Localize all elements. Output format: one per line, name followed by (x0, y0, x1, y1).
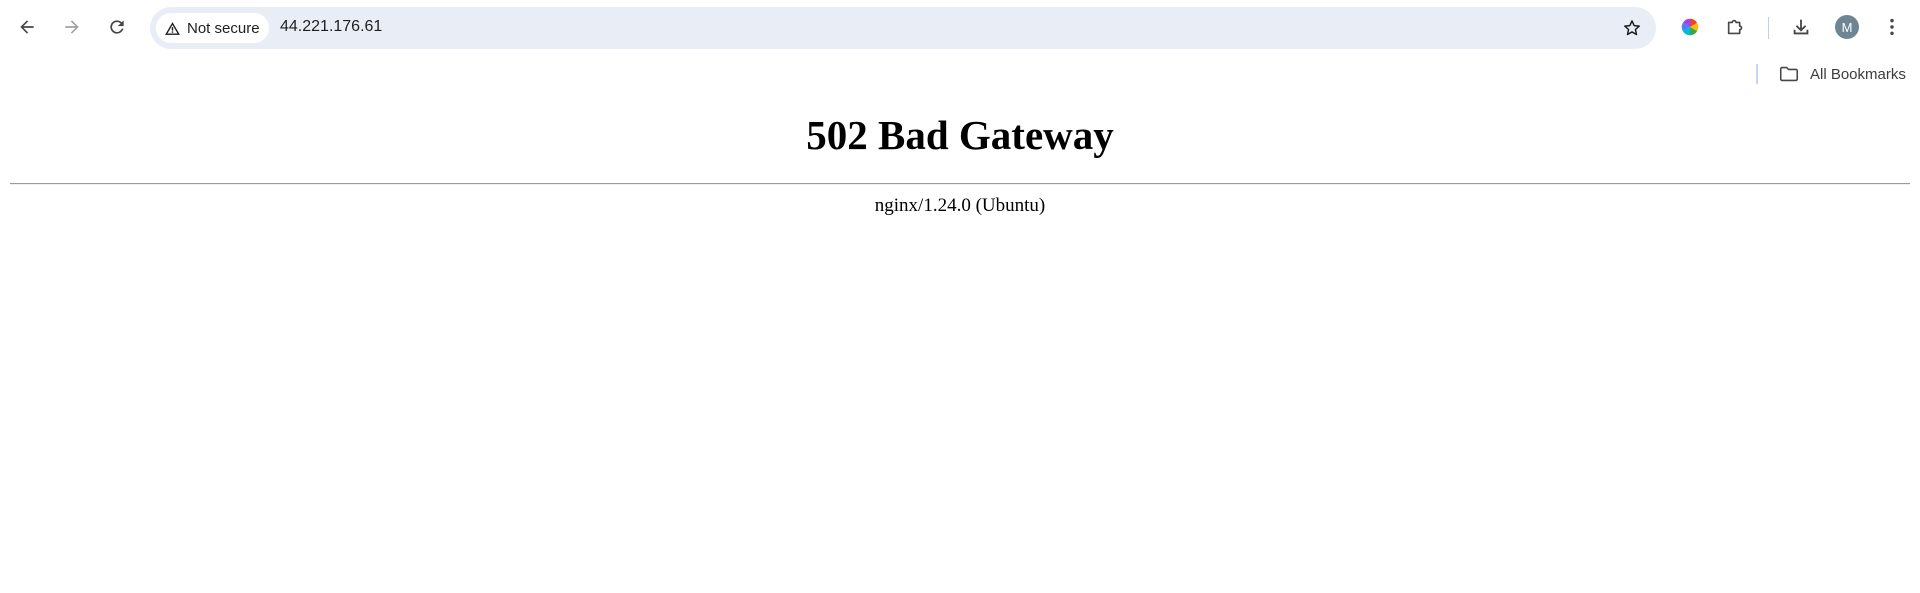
security-chip[interactable]: Not secure (156, 13, 269, 43)
bookmark-star-button[interactable] (1616, 12, 1648, 44)
download-icon (1793, 19, 1809, 35)
puzzle-icon (1727, 19, 1743, 35)
warning-triangle-icon (165, 21, 180, 35)
color-extension-button[interactable] (1672, 9, 1708, 45)
forward-button[interactable] (54, 9, 90, 45)
star-icon (1624, 20, 1640, 36)
profile-avatar[interactable]: M (1835, 15, 1859, 39)
bookmarks-bar: All Bookmarks (0, 58, 1920, 90)
browser-menu-button[interactable] (1874, 9, 1910, 45)
arrow-right-icon (65, 20, 79, 34)
browser-toolbar: Not secure 44.221.176.61 M (0, 0, 1920, 54)
security-label: Not secure (187, 19, 260, 37)
toolbar-divider (1768, 17, 1769, 39)
extensions-button[interactable] (1718, 9, 1754, 45)
arrow-left-icon (20, 20, 34, 34)
kebab-menu-icon (1890, 18, 1894, 36)
all-bookmarks-button[interactable]: All Bookmarks (1774, 61, 1910, 87)
url-text[interactable]: 44.221.176.61 (280, 18, 382, 36)
downloads-button[interactable] (1783, 9, 1819, 45)
all-bookmarks-label: All Bookmarks (1810, 65, 1906, 83)
folder-icon (1779, 66, 1799, 82)
back-button[interactable] (9, 9, 45, 45)
reload-icon (110, 20, 124, 34)
reload-button[interactable] (99, 9, 135, 45)
page-content: 502 Bad Gateway nginx/1.24.0 (Ubuntu) (0, 92, 1920, 593)
color-wheel-icon (1681, 18, 1699, 36)
address-bar[interactable]: Not secure 44.221.176.61 (150, 7, 1656, 49)
page-title: 502 Bad Gateway (806, 112, 1114, 158)
bookmarks-divider (1756, 64, 1758, 84)
server-signature: nginx/1.24.0 (Ubuntu) (874, 195, 1046, 216)
horizontal-rule (10, 183, 1910, 185)
